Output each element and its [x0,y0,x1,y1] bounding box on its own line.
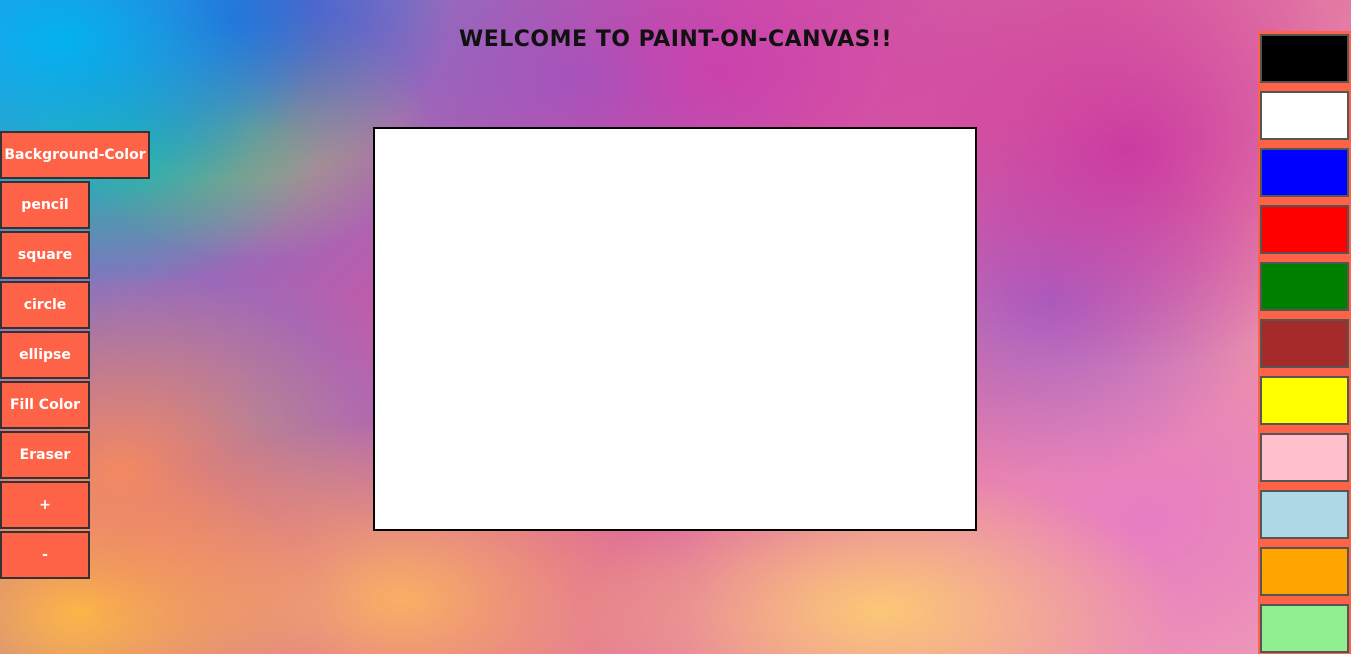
fill-color-button[interactable]: Fill Color [0,381,90,429]
color-swatch-yellow[interactable] [1260,376,1349,425]
background-color-button[interactable]: Background-Color [0,131,150,179]
drawing-canvas[interactable] [373,127,977,531]
increase-size-button[interactable]: + [0,481,90,529]
color-palette [1258,31,1351,654]
color-swatch-pink[interactable] [1260,433,1349,482]
color-swatch-light-blue[interactable] [1260,490,1349,539]
circle-button[interactable]: circle [0,281,90,329]
color-swatch-light-green[interactable] [1260,604,1349,653]
page-title: WELCOME TO PAINT-ON-CANVAS!! [458,27,893,52]
ellipse-button[interactable]: ellipse [0,331,90,379]
color-swatch-orange[interactable] [1260,547,1349,596]
color-swatch-green[interactable] [1260,262,1349,311]
eraser-button[interactable]: Eraser [0,431,90,479]
color-swatch-blue[interactable] [1260,148,1349,197]
decrease-size-button[interactable]: - [0,531,90,579]
color-swatch-brown[interactable] [1260,319,1349,368]
color-swatch-white[interactable] [1260,91,1349,140]
color-swatch-red[interactable] [1260,205,1349,254]
color-swatch-black[interactable] [1260,34,1349,83]
square-button[interactable]: square [0,231,90,279]
pencil-button[interactable]: pencil [0,181,90,229]
